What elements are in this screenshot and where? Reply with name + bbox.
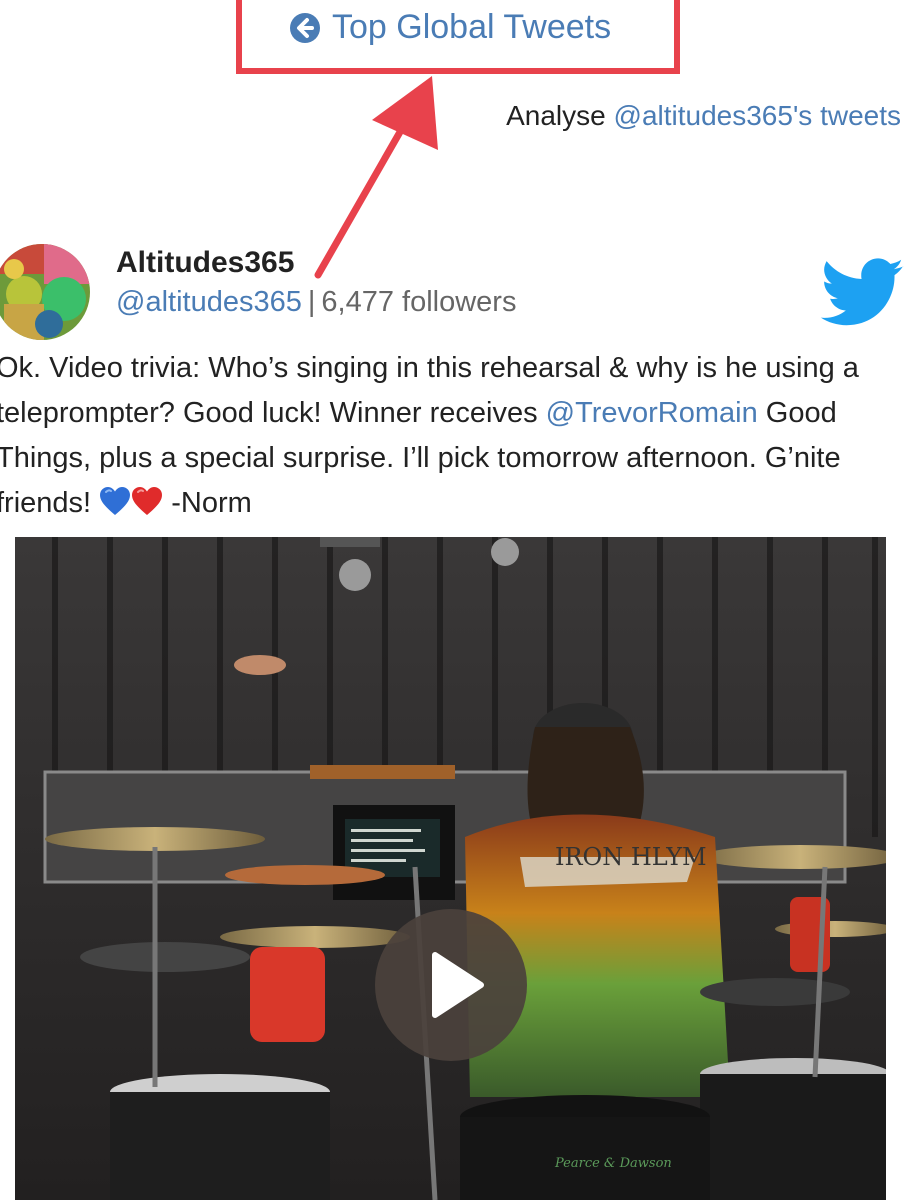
- video-thumbnail: IRON HLYM Pearce & Dawson: [15, 537, 886, 1200]
- analyse-user-tweets-link[interactable]: @altitudes365's tweets: [614, 100, 901, 131]
- author-name[interactable]: Altitudes365: [116, 246, 294, 280]
- avatar[interactable]: [0, 244, 90, 340]
- shirt-text: IRON HLYM: [555, 843, 707, 871]
- author-handle[interactable]: @altitudes365: [116, 286, 302, 318]
- video-player[interactable]: IRON HLYM Pearce & Dawson: [15, 537, 886, 1200]
- tweet-signature: -Norm: [163, 487, 252, 519]
- tweet-text: Ok. Video trivia: Who’s singing in this …: [0, 346, 901, 526]
- analyse-tweets-link-row: Analyse @altitudes365's tweets: [506, 100, 901, 132]
- red-heart-icon: [131, 485, 163, 515]
- twitter-bird-icon[interactable]: [820, 258, 906, 328]
- followers-count: 6,477 followers: [321, 286, 517, 318]
- play-button[interactable]: [375, 909, 527, 1061]
- analyse-prefix: Analyse: [506, 100, 606, 131]
- blue-heart-icon: [99, 485, 131, 515]
- drum-brand-text: Pearce & Dawson: [554, 1156, 672, 1171]
- mention-link[interactable]: @TrevorRomain: [546, 397, 758, 429]
- play-icon: [432, 952, 484, 1018]
- author-meta: @altitudes365 | 6,477 followers: [116, 286, 516, 319]
- meta-separator: |: [307, 286, 316, 318]
